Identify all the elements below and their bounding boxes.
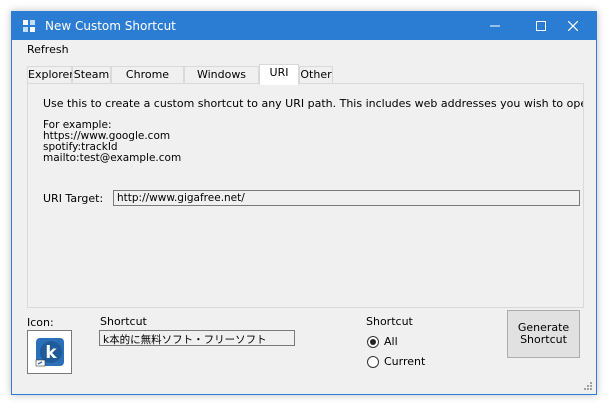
example-item: mailto:test@example.com	[43, 152, 182, 164]
tab-chrome-apps[interactable]: Chrome Apps	[111, 66, 184, 97]
menu-bar: Refresh	[12, 40, 596, 60]
shortcut-name-label: Shortcut	[100, 315, 147, 328]
tab-other[interactable]: Other	[299, 66, 333, 84]
resize-grip-icon[interactable]	[583, 381, 593, 391]
radio-selected-icon	[367, 335, 379, 348]
close-icon	[568, 21, 578, 31]
shortcut-icon-preview[interactable]: k	[27, 330, 72, 374]
radio-current[interactable]: Current	[367, 355, 425, 368]
app-logo-icon	[22, 19, 36, 33]
radio-all-label: All	[384, 335, 398, 348]
tab-uri[interactable]: URI	[259, 64, 299, 85]
radio-all[interactable]: All	[367, 335, 398, 348]
minimize-icon	[490, 25, 500, 27]
svg-text:k: k	[45, 343, 57, 363]
app-window: New Custom Shortcut Refresh Explorer Ste…	[11, 11, 597, 395]
radio-current-label: Current	[384, 355, 426, 368]
uri-description: Use this to create a custom shortcut to …	[43, 97, 583, 110]
close-button[interactable]	[550, 12, 596, 40]
tab-steam[interactable]: Steam	[72, 66, 111, 84]
shortcut-name-input[interactable]: k本的に無料ソフト・フリーソフト	[99, 330, 295, 346]
maximize-icon	[536, 21, 546, 31]
tab-windows-store[interactable]: Windows Store	[184, 66, 259, 97]
tab-explorer[interactable]: Explorer	[27, 66, 74, 84]
title-bar[interactable]: New Custom Shortcut	[12, 12, 596, 40]
menu-refresh[interactable]: Refresh	[27, 43, 69, 56]
shortcut-scope-label: Shortcut	[366, 315, 413, 328]
k-logo-icon: k	[35, 338, 64, 367]
uri-target-input[interactable]: http://www.gigafree.net/	[113, 190, 580, 206]
uri-tab-panel: Use this to create a custom shortcut to …	[27, 83, 584, 308]
generate-shortcut-button[interactable]: Generate Shortcut	[507, 310, 580, 358]
icon-label: Icon:	[27, 316, 54, 329]
generate-label-line2: Shortcut	[520, 333, 567, 346]
window-title: New Custom Shortcut	[45, 19, 176, 33]
minimize-button[interactable]	[472, 12, 518, 40]
radio-unselected-icon	[367, 355, 379, 368]
uri-target-label: URI Target:	[43, 192, 104, 205]
